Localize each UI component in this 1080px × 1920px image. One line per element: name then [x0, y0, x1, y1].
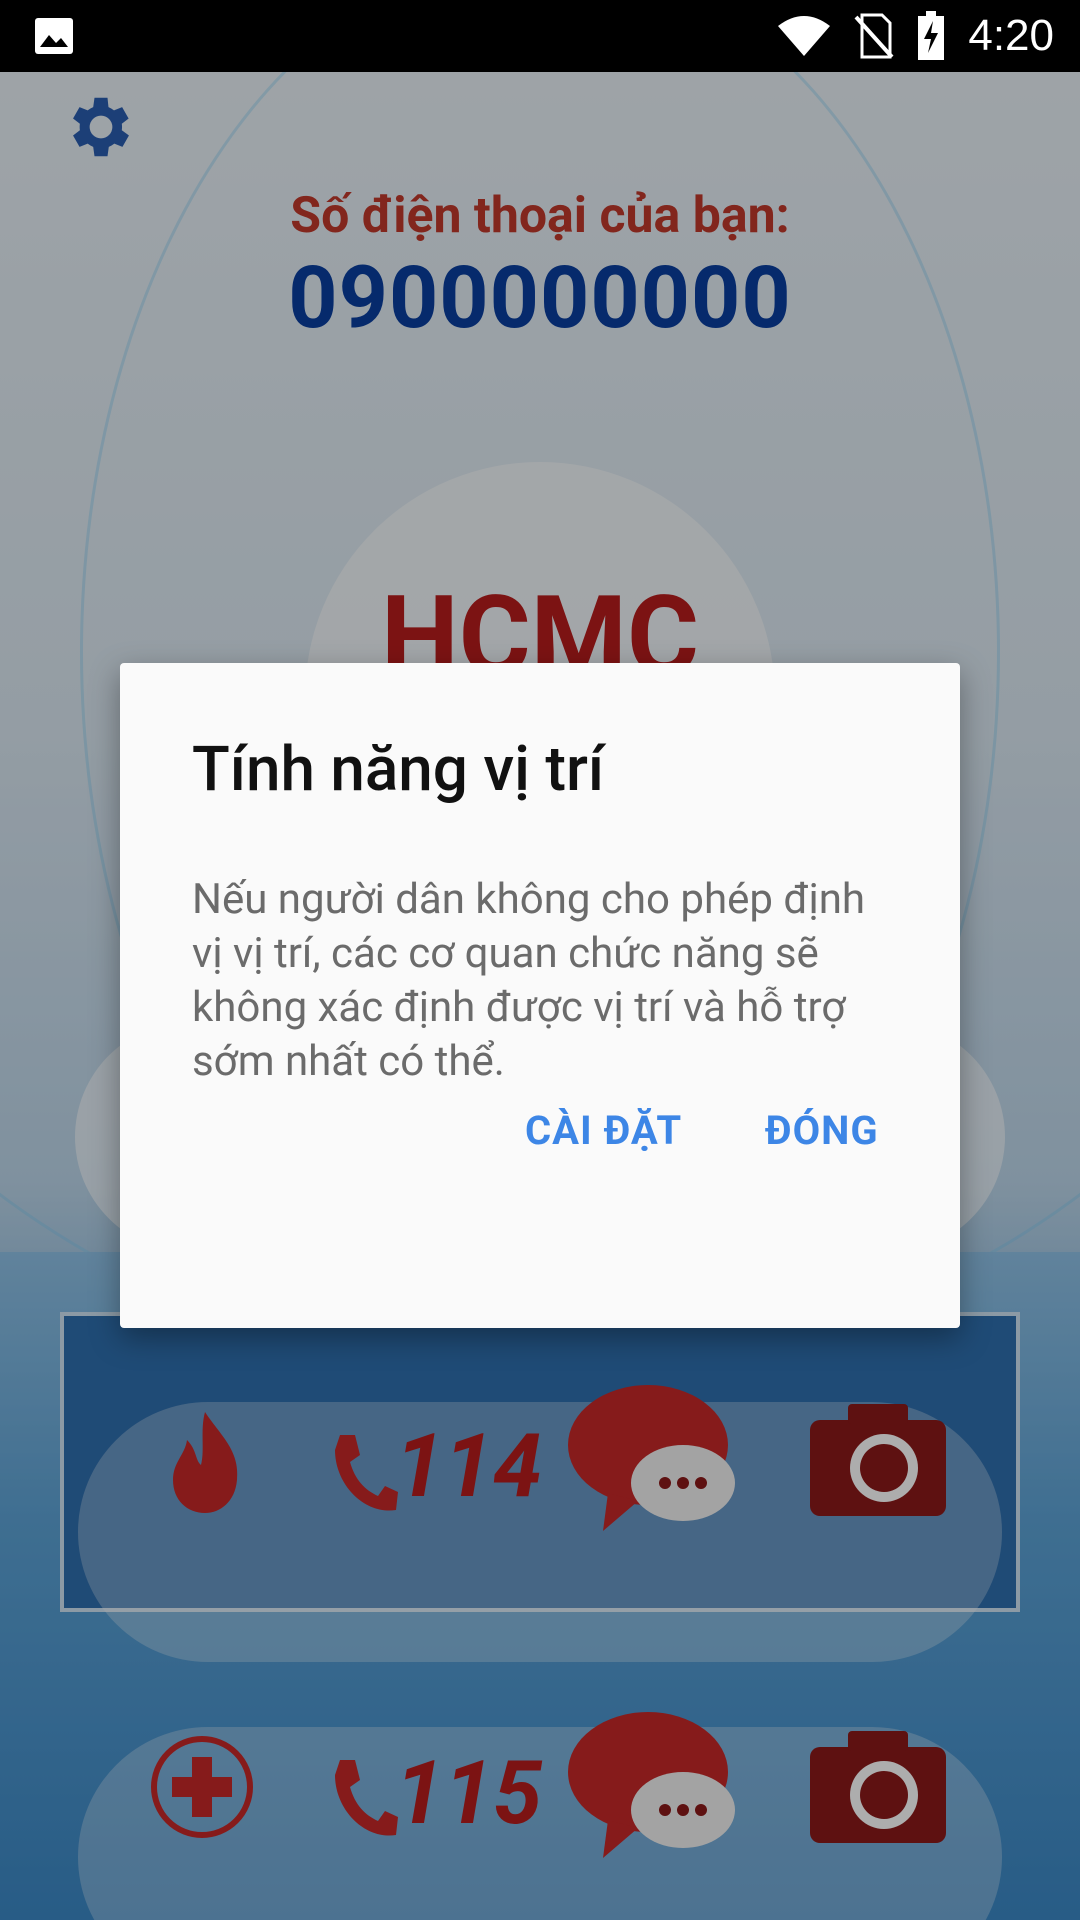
settings-button[interactable]: CÀI ĐẶT [515, 1093, 692, 1168]
dialog-title: Tính năng vị trí [192, 733, 605, 806]
dialog-message: Nếu người dân không cho phép định vị vị … [192, 875, 866, 1086]
close-button[interactable]: ĐÓNG [755, 1093, 889, 1168]
wifi-icon [778, 16, 831, 56]
image-icon [35, 18, 73, 54]
location-dialog: Tính năng vị trí Nếu người dân không cho… [120, 663, 960, 1328]
clock: 4:20 [968, 11, 1054, 60]
battery-charging-icon [918, 11, 945, 60]
status-bar: 4:20 [0, 0, 1080, 72]
no-sim-icon [854, 13, 894, 59]
